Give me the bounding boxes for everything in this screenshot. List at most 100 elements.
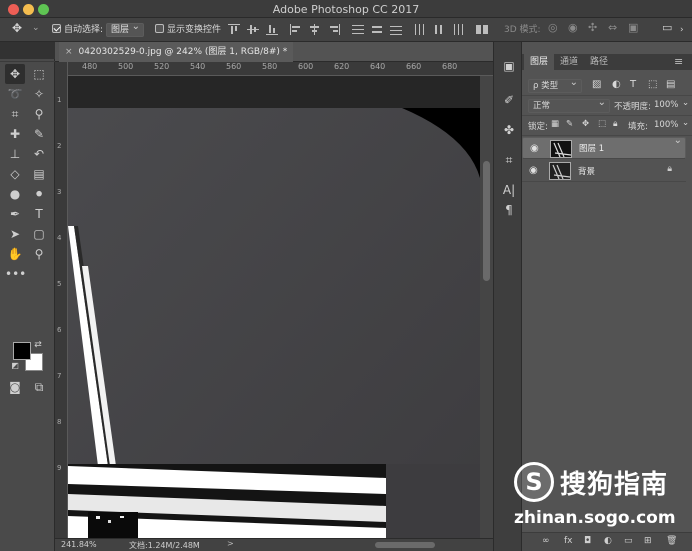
healing-brush-tool-icon[interactable]: ✚ (5, 124, 25, 144)
document-tab[interactable]: × 0420302529-0.jpg @ 242% (图层 1, RGB/8#) … (59, 42, 294, 62)
auto-select-target-dropdown[interactable]: 图层 (106, 21, 145, 37)
eraser-tool-icon[interactable]: ◇ (5, 164, 25, 184)
foreground-color-swatch[interactable] (13, 342, 31, 360)
panel-menu-icon[interactable]: ≡ (674, 54, 683, 70)
layer-name[interactable]: 图层 1 (579, 143, 604, 155)
filter-type-icon[interactable]: T (630, 79, 636, 90)
watermark-url: zhinan.sogo.com (514, 508, 676, 528)
character-panel-icon[interactable]: A| (501, 182, 517, 198)
ruler-tick: 540 (190, 62, 206, 71)
lock-image-icon[interactable]: ✎ (566, 119, 573, 129)
scrollbar-thumb[interactable] (483, 161, 490, 281)
hand-tool-icon[interactable]: ✋ (5, 244, 25, 264)
layer-kind-filter[interactable]: ρ 类型 (528, 77, 582, 93)
lock-artboard-icon[interactable]: ⬚ (598, 119, 606, 129)
canvas-vertical-scrollbar[interactable] (480, 76, 493, 538)
align-vcenter-icon[interactable] (247, 24, 259, 35)
blend-mode-dropdown[interactable]: 正常 (528, 97, 610, 113)
orbit-3d-icon[interactable]: ◎ (548, 21, 558, 35)
blur-tool-icon[interactable]: ● (5, 184, 25, 204)
brush-settings-icon[interactable]: ✐ (501, 92, 517, 108)
horizontal-ruler: 480 500 520 540 560 580 600 620 640 660 … (68, 62, 493, 76)
document-canvas[interactable] (68, 76, 480, 538)
filter-shape-icon[interactable]: ⬚ (648, 79, 657, 90)
preset-chevron-icon[interactable]: ⌄ (32, 21, 40, 35)
lock-transparent-icon[interactable]: ▦ (551, 119, 559, 129)
workspace-icon[interactable]: ▭ (662, 21, 672, 35)
align-right-icon[interactable] (328, 24, 340, 35)
layer-row[interactable]: ◉ 背景 🔒︎ (522, 160, 686, 182)
lock-all-icon[interactable]: 🔒︎ (613, 119, 618, 129)
lock-position-icon[interactable]: ✥ (582, 119, 589, 129)
status-menu-arrow[interactable]: > (227, 539, 234, 548)
distribute-left-icon[interactable] (414, 24, 426, 35)
opacity-chevron-icon[interactable]: ⌄ (682, 98, 689, 108)
dodge-tool-icon[interactable]: ⚫ (29, 184, 49, 204)
align-bottom-icon[interactable] (266, 24, 278, 35)
pan-3d-icon[interactable]: ✣ (588, 21, 597, 35)
marquee-tool-icon[interactable]: ⬚ (29, 64, 49, 84)
move-tool-preset-icon[interactable]: ✥ (12, 21, 22, 35)
roll-3d-icon[interactable]: ◉ (568, 21, 578, 35)
horizontal-scrollbar-thumb[interactable] (375, 542, 435, 548)
eyedropper-tool-icon[interactable]: ⚲ (29, 104, 49, 124)
workspace-chevron-icon[interactable]: › (680, 23, 684, 37)
layer-row[interactable]: ◉ 图层 1 (522, 135, 686, 159)
libraries-icon[interactable]: ✤ (501, 122, 517, 138)
close-document-icon[interactable]: × (65, 47, 73, 57)
layer-name[interactable]: 背景 (578, 165, 595, 177)
filter-pixel-icon[interactable]: ▨ (592, 79, 601, 90)
align-hcenter-icon[interactable] (309, 24, 321, 35)
zoom-level[interactable]: 241.84% (61, 540, 97, 549)
distribute-vcenter-icon[interactable] (371, 24, 383, 35)
more-tools-icon[interactable]: ••• (5, 264, 26, 284)
swap-colors-icon[interactable]: ⇄ (32, 339, 44, 351)
visibility-eye-icon[interactable]: ◉ (529, 165, 538, 176)
ruler-tick: 500 (118, 62, 134, 71)
shape-tool-icon[interactable]: ▢ (29, 224, 49, 244)
tab-layers[interactable]: 图层 (524, 54, 555, 70)
pen-tool-icon[interactable]: ✒ (5, 204, 25, 224)
distribute-right-icon[interactable] (452, 24, 464, 35)
history-brush-tool-icon[interactable]: ↶ (29, 144, 49, 164)
crop-tool-icon[interactable]: ⌗ (5, 104, 25, 124)
opacity-value[interactable]: 100% (654, 100, 678, 110)
distribute-top-icon[interactable] (352, 24, 364, 35)
clone-stamp-tool-icon[interactable]: ⊥ (5, 144, 25, 164)
tab-paths[interactable]: 路径 (584, 54, 614, 70)
tools-panel-grip[interactable] (0, 59, 55, 62)
paragraph-panel-icon[interactable]: ¶ (501, 202, 517, 218)
auto-select-checkbox[interactable]: 自动选择: (52, 23, 103, 37)
properties-icon[interactable]: ⌗ (501, 152, 517, 168)
zoom-tool-icon[interactable]: ⚲ (29, 244, 49, 264)
distribute-bottom-icon[interactable] (390, 24, 402, 35)
lock-row: 锁定: ▦ ✎ ✥ ⬚ 🔒︎ 填充: 100% ⌄ (522, 116, 692, 136)
lasso-tool-icon[interactable]: ➰ (5, 84, 25, 104)
filter-smart-object-icon[interactable]: ▤ (666, 79, 675, 90)
quick-mask-icon[interactable]: ◙ (5, 377, 25, 397)
magic-wand-tool-icon[interactable]: ✧ (29, 84, 49, 104)
gradient-tool-icon[interactable]: ▤ (29, 164, 49, 184)
align-left-icon[interactable] (290, 24, 302, 35)
default-colors-icon[interactable]: ◩ (9, 360, 21, 372)
show-transform-checkbox[interactable]: 显示变换控件 (155, 23, 221, 37)
path-selection-tool-icon[interactable]: ➤ (5, 224, 25, 244)
fill-chevron-icon[interactable]: ⌄ (682, 118, 689, 128)
filter-adjustment-icon[interactable]: ◐ (612, 79, 621, 90)
document-tab-title: 0420302529-0.jpg @ 242% (图层 1, RGB/8#) * (78, 47, 288, 57)
brush-tool-icon[interactable]: ✎ (29, 124, 49, 144)
type-tool-icon[interactable]: T (29, 204, 49, 224)
auto-align-icon[interactable] (476, 24, 488, 35)
visibility-eye-icon[interactable]: ◉ (530, 143, 539, 155)
ruler-tick: 7 (57, 372, 62, 380)
align-top-icon[interactable] (228, 24, 240, 35)
tab-channels[interactable]: 通道 (554, 54, 584, 70)
screen-mode-icon[interactable]: ⧉ (29, 377, 49, 397)
move-tool-icon[interactable]: ✥ (5, 64, 25, 84)
slide-3d-icon[interactable]: ⇔ (608, 21, 617, 35)
history-panel-icon[interactable]: ▣ (501, 58, 517, 74)
fill-value[interactable]: 100% (654, 120, 678, 130)
distribute-hcenter-icon[interactable] (433, 24, 445, 35)
ruler-tick: 2 (57, 142, 62, 150)
scale-3d-icon[interactable]: ▣ (628, 21, 638, 35)
